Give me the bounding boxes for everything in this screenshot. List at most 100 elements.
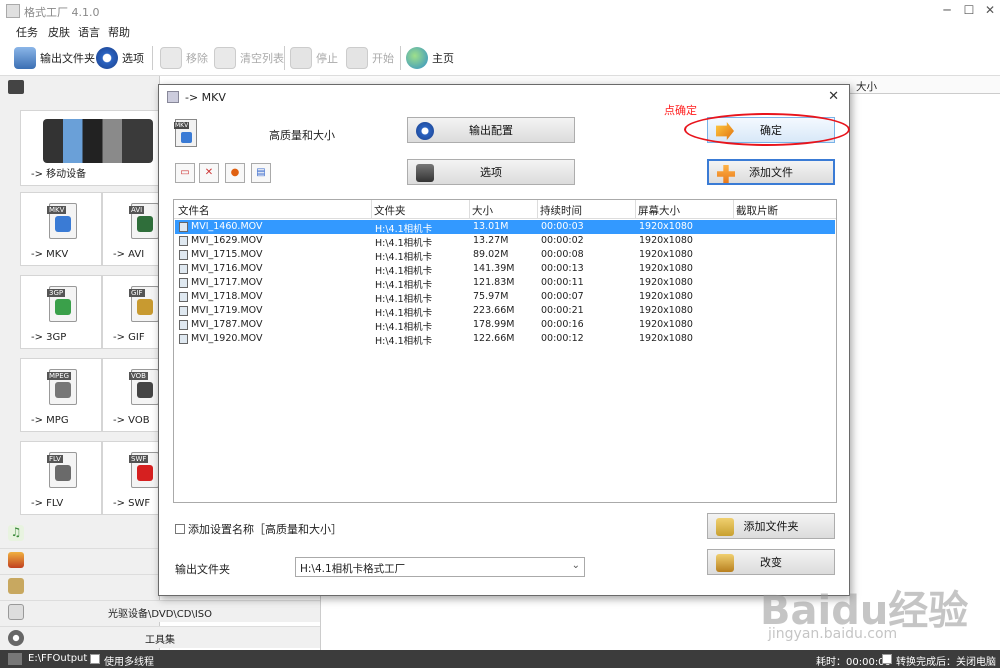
music-note-icon: ♫ bbox=[8, 525, 24, 541]
clear-files-icon[interactable]: ✕ bbox=[199, 163, 219, 183]
table-row[interactable]: MVI_1718.MOV H:\4.1相机卡 75.97M 00:00:07 1920x… bbox=[175, 290, 835, 305]
table-row[interactable]: MVI_1629.MOV H:\4.1相机卡 13.27M 00:00:02 1920x… bbox=[175, 234, 835, 249]
table-row[interactable]: MVI_1787.MOV H:\4.1相机卡 178.99M 00:00:16 1920… bbox=[175, 318, 835, 333]
home-label: 主页 bbox=[432, 52, 454, 65]
menu-skin[interactable]: 皮肤 bbox=[48, 24, 70, 40]
table-cell: MVI_1920.MOV bbox=[191, 333, 263, 344]
add-folder-button[interactable]: 添加文件夹 bbox=[707, 513, 835, 539]
format-tile[interactable]: FLV -> FLV bbox=[20, 441, 102, 515]
column-header[interactable]: 大小 bbox=[472, 203, 493, 218]
column-header[interactable]: 文件夹 bbox=[374, 203, 406, 218]
table-row[interactable]: MVI_1920.MOV H:\4.1相机卡 122.66M 00:00:12 1920… bbox=[175, 332, 835, 347]
mkv-format-icon: MKV bbox=[174, 119, 197, 147]
start-button[interactable]: 开始 bbox=[346, 44, 394, 72]
add-folder-label: 添加文件夹 bbox=[743, 520, 799, 533]
change-button[interactable]: 改变 bbox=[707, 549, 835, 575]
table-row[interactable]: MVI_1716.MOV H:\4.1相机卡 141.39M 00:00:13 1920… bbox=[175, 262, 835, 277]
video-category-icon[interactable] bbox=[8, 80, 24, 94]
output-path[interactable]: E:\FFOutput bbox=[28, 653, 87, 664]
dialog-close-icon[interactable]: ✕ bbox=[828, 89, 839, 104]
column-header[interactable]: 屏幕大小 bbox=[638, 203, 680, 218]
column-divider[interactable] bbox=[537, 200, 538, 218]
add-setting-name-option[interactable]: 添加设置名称［高质量和大小］ bbox=[175, 521, 342, 537]
table-cell: 75.97M bbox=[473, 291, 509, 302]
column-header[interactable]: 截取片断 bbox=[736, 203, 778, 218]
table-row[interactable]: MVI_1719.MOV H:\4.1相机卡 223.66M 00:00:21 1920… bbox=[175, 304, 835, 319]
format-tile[interactable]: MKV -> MKV bbox=[20, 192, 102, 266]
file-icon bbox=[179, 334, 188, 344]
column-divider[interactable] bbox=[733, 200, 734, 218]
tools-label: 工具集 bbox=[145, 635, 175, 646]
format-tile[interactable]: AVI -> AVI bbox=[102, 192, 160, 266]
column-header[interactable]: 文件名 bbox=[178, 203, 210, 218]
category-optical[interactable]: 光驱设备\DVD\CD\ISO bbox=[0, 600, 320, 622]
format-file-icon: MKV bbox=[47, 203, 77, 239]
options-button-dialog[interactable]: 选项 bbox=[407, 159, 575, 185]
category-tools[interactable]: 工具集 bbox=[0, 626, 320, 648]
globe-icon bbox=[406, 47, 428, 69]
format-file-icon: 3GP bbox=[47, 286, 77, 322]
menu-help[interactable]: 帮助 bbox=[108, 24, 130, 40]
table-row[interactable]: MVI_1715.MOV H:\4.1相机卡 89.02M 00:00:08 1920x… bbox=[175, 248, 835, 263]
menu-task[interactable]: 任务 bbox=[16, 24, 38, 40]
mobile-device-tile[interactable]: -> 移动设备 bbox=[20, 110, 162, 186]
format-glyph-icon bbox=[55, 382, 71, 398]
file-icon bbox=[179, 292, 188, 302]
output-config-button[interactable]: 输出配置 bbox=[407, 117, 575, 143]
clear-list-button[interactable]: 清空列表 bbox=[214, 44, 284, 72]
format-label: -> SWF bbox=[113, 498, 151, 509]
format-tile[interactable]: MPEG -> MPG bbox=[20, 358, 102, 432]
folder-icon bbox=[716, 554, 734, 572]
add-setting-name-checkbox[interactable] bbox=[175, 524, 185, 534]
format-tile[interactable]: SWF -> SWF bbox=[102, 441, 160, 515]
column-divider[interactable] bbox=[371, 200, 372, 218]
close-icon[interactable]: ✕ bbox=[981, 3, 999, 17]
change-label: 改变 bbox=[760, 556, 782, 569]
folder-camera-icon bbox=[14, 47, 36, 69]
file-icon bbox=[179, 264, 188, 274]
multithread-checkbox[interactable] bbox=[90, 654, 100, 664]
table-cell: H:\4.1相机卡 bbox=[375, 224, 433, 235]
table-row[interactable]: MVI_1460.MOV H:\4.1相机卡 13.01M 00:00:03 1920x… bbox=[174, 219, 836, 235]
format-tile[interactable]: 3GP -> 3GP bbox=[20, 275, 102, 349]
menu-language[interactable]: 语言 bbox=[78, 24, 100, 40]
clear-list-icon bbox=[214, 47, 236, 69]
format-label: -> MPG bbox=[31, 415, 69, 426]
column-divider[interactable] bbox=[635, 200, 636, 218]
table-cell: 178.99M bbox=[473, 319, 515, 330]
remove-button[interactable]: 移除 bbox=[160, 44, 208, 72]
table-row[interactable]: MVI_1717.MOV H:\4.1相机卡 121.83M 00:00:11 1920… bbox=[175, 276, 835, 291]
format-tile[interactable]: VOB -> VOB bbox=[102, 358, 160, 432]
table-cell: 00:00:02 bbox=[541, 235, 584, 246]
remove-file-icon[interactable]: ▭ bbox=[175, 163, 195, 183]
table-cell: 00:00:12 bbox=[541, 333, 584, 344]
play-icon[interactable]: ● bbox=[225, 163, 245, 183]
format-file-icon: SWF bbox=[129, 452, 159, 488]
file-icon bbox=[179, 250, 188, 260]
minimize-icon[interactable]: ─ bbox=[938, 3, 956, 17]
add-file-button[interactable]: 添加文件 bbox=[707, 159, 835, 185]
toolbar-divider bbox=[284, 46, 285, 70]
output-folder-button[interactable]: 输出文件夹 bbox=[14, 44, 95, 72]
column-header[interactable]: 持续时间 bbox=[540, 203, 582, 218]
annotation-ellipse bbox=[684, 113, 850, 146]
shutdown-checkbox[interactable] bbox=[882, 654, 892, 664]
table-cell: 00:00:11 bbox=[541, 277, 584, 288]
media-info-icon[interactable]: ▤ bbox=[251, 163, 271, 183]
mobile-devices-icon bbox=[43, 119, 153, 163]
output-folder-select[interactable]: H:\4.1相机卡格式工厂 ⌄ bbox=[295, 557, 585, 577]
remove-label: 移除 bbox=[186, 52, 208, 65]
header-divider bbox=[174, 218, 836, 219]
format-tile[interactable]: GIF -> GIF bbox=[102, 275, 160, 349]
options-label: 选项 bbox=[122, 52, 144, 65]
gear-icon bbox=[96, 47, 118, 69]
options-button[interactable]: 选项 bbox=[96, 44, 144, 72]
stop-button[interactable]: 停止 bbox=[290, 44, 338, 72]
table-cell: H:\4.1相机卡 bbox=[375, 308, 433, 319]
maximize-icon[interactable]: ☐ bbox=[960, 3, 978, 17]
table-cell: 122.66M bbox=[473, 333, 515, 344]
mkv-badge: MKV bbox=[174, 122, 190, 129]
home-button[interactable]: 主页 bbox=[406, 44, 454, 72]
column-divider[interactable] bbox=[469, 200, 470, 218]
format-tag: VOB bbox=[129, 372, 148, 380]
